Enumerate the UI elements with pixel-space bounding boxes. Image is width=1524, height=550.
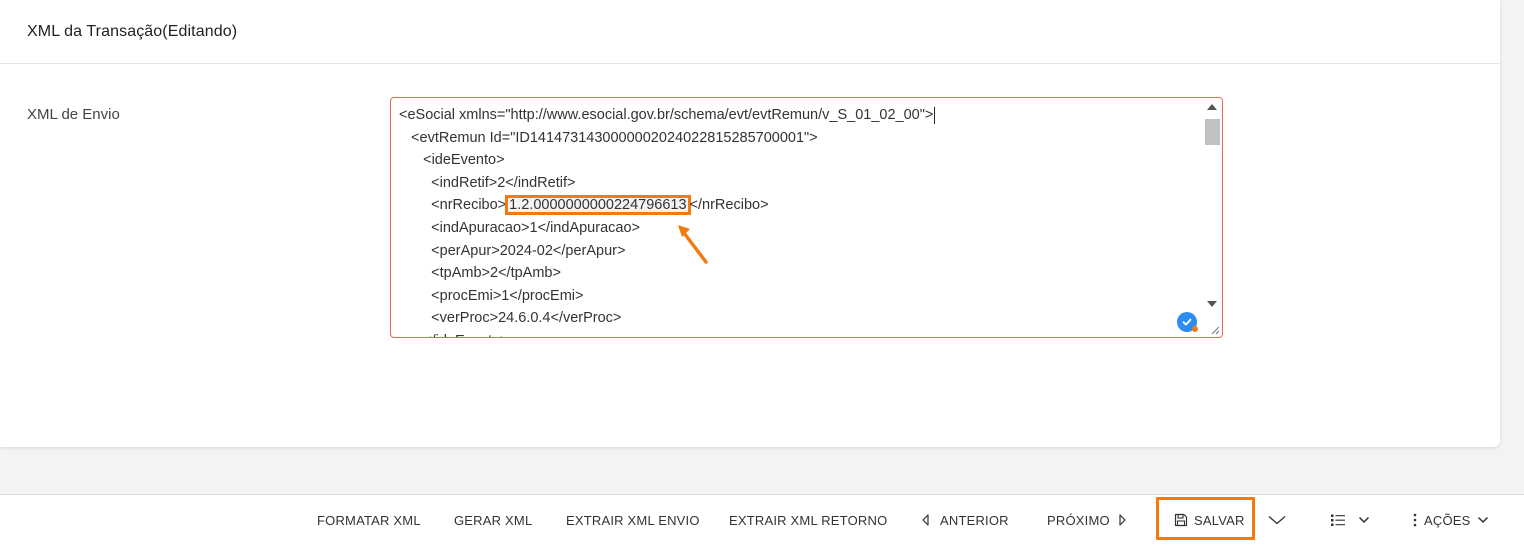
gerar-xml-button[interactable]: GERAR XML xyxy=(454,495,532,545)
status-dot xyxy=(1192,326,1198,332)
card-title: XML da Transação(Editando) xyxy=(27,22,238,40)
formatar-xml-button[interactable]: FORMATAR XML xyxy=(317,495,421,545)
xml-line: <perApur>2024-02</perApur> xyxy=(407,242,626,259)
save-icon xyxy=(1174,513,1188,527)
xml-line: <tpAmb>2</tpAmb> xyxy=(407,265,561,282)
vertical-scrollbar[interactable] xyxy=(1202,98,1222,337)
gerar-xml-label: GERAR XML xyxy=(454,512,533,528)
action-toolbar: FORMATAR XML GERAR XML EXTRAIR XML ENVIO… xyxy=(0,494,1524,550)
xml-transaction-card: XML da Transação(Editando) XML de Envio … xyxy=(0,0,1500,447)
xml-line: <ideEvento> xyxy=(407,152,505,169)
extrair-xml-retorno-button[interactable]: EXTRAIR XML RETORNO xyxy=(729,495,887,545)
salvar-options-dropdown[interactable] xyxy=(1268,495,1286,545)
card-header: XML da Transação(Editando) xyxy=(0,0,1500,64)
xml-line: <indRetif>2</indRetif> xyxy=(407,174,576,191)
xml-line: <verProc>24.6.0.4</verProc> xyxy=(407,310,622,327)
scroll-down-arrow-icon[interactable] xyxy=(1207,301,1217,307)
formatar-xml-label: FORMATAR XML xyxy=(317,512,421,528)
scroll-up-arrow-icon[interactable] xyxy=(1207,104,1217,110)
xml-line: </ideEvento> xyxy=(391,330,1200,337)
anterior-label: ANTERIOR xyxy=(940,512,1009,528)
chevron-right-icon xyxy=(1119,514,1126,526)
xml-envio-textarea[interactable]: <eSocial xmlns="http://www.esocial.gov.b… xyxy=(390,97,1223,338)
resize-handle-icon[interactable] xyxy=(1210,325,1220,335)
extrair-xml-retorno-label: EXTRAIR XML RETORNO xyxy=(729,512,888,528)
anterior-button[interactable]: ANTERIOR xyxy=(920,495,1009,545)
chevron-down-icon xyxy=(1477,516,1488,524)
list-view-dropdown[interactable] xyxy=(1330,495,1370,545)
acoes-label: AÇÕES xyxy=(1424,512,1471,528)
text-caret xyxy=(934,106,936,124)
annotation-arrow-icon xyxy=(678,225,708,264)
extrair-xml-envio-button[interactable]: EXTRAIR XML ENVIO xyxy=(566,495,700,545)
salvar-button[interactable]: SALVAR xyxy=(1174,495,1245,545)
acoes-menu-button[interactable]: AÇÕES xyxy=(1412,495,1489,545)
list-icon xyxy=(1331,514,1345,526)
chevron-down-icon xyxy=(1358,516,1370,524)
xml-line: <procEmi>1</procEmi> xyxy=(407,287,584,304)
extrair-xml-envio-label: EXTRAIR XML ENVIO xyxy=(566,512,700,528)
xml-line: <eSocial xmlns="http://www.esocial.gov.b… xyxy=(399,106,936,124)
proximo-button[interactable]: PRÓXIMO xyxy=(1047,495,1128,545)
scrollbar-thumb[interactable] xyxy=(1205,119,1220,145)
xml-line: <nrRecibo> 1.2.0000000000224796613 </nrRec… xyxy=(407,195,769,216)
xml-envio-label: XML de Envio xyxy=(27,106,120,123)
xml-content[interactable]: <eSocial xmlns="http://www.esocial.gov.b… xyxy=(391,104,1200,337)
highlighted-recibo-number: 1.2.0000000000224796613 xyxy=(505,195,691,216)
salvar-label: SALVAR xyxy=(1194,512,1245,528)
chevron-left-icon xyxy=(922,514,929,526)
more-vertical-icon xyxy=(1413,513,1417,527)
xml-line: <evtRemun Id="ID141473143000000202402281… xyxy=(403,129,818,146)
chevron-down-icon xyxy=(1268,516,1286,525)
proximo-label: PRÓXIMO xyxy=(1047,512,1110,528)
xml-line: <indApuracao>1</indApuracao> xyxy=(407,219,640,236)
